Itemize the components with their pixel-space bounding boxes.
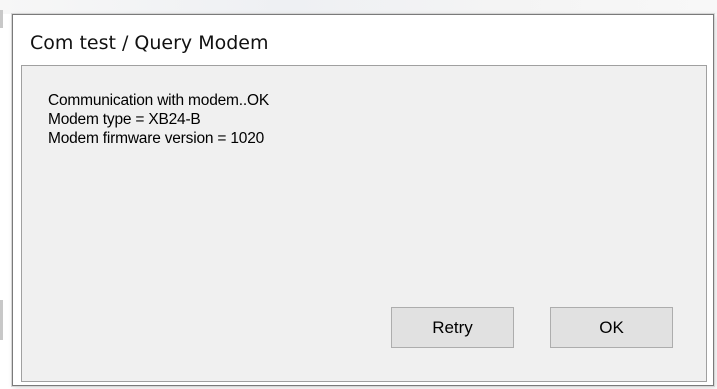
ok-button[interactable]: OK — [550, 307, 673, 348]
status-line-communication: Communication with modem..OK — [48, 92, 269, 109]
background-edge — [0, 300, 3, 340]
status-message: Communication with modem..OK Modem type … — [48, 91, 269, 148]
background-edge — [0, 10, 3, 28]
dialog-client-area: Communication with modem..OK Modem type … — [21, 65, 707, 382]
query-modem-dialog: Com test / Query Modem Communication wit… — [12, 14, 714, 386]
dialog-title: Com test / Query Modem — [30, 32, 269, 54]
retry-button[interactable]: Retry — [391, 307, 514, 348]
status-line-modem-type: Modem type = XB24-B — [48, 111, 201, 128]
background-window-strip — [0, 0, 717, 14]
dialog-title-bar[interactable]: Com test / Query Modem — [13, 15, 713, 60]
status-line-firmware-version: Modem firmware version = 1020 — [48, 130, 265, 147]
